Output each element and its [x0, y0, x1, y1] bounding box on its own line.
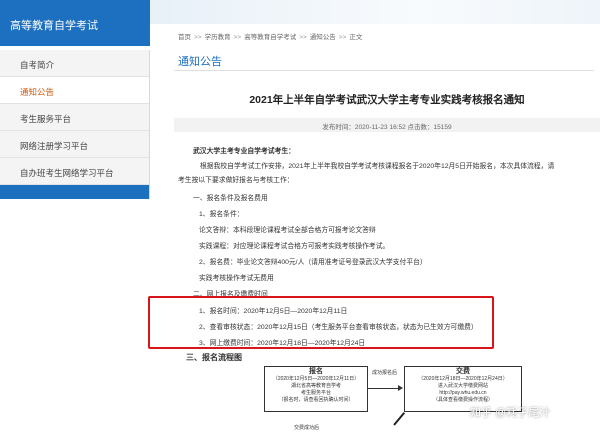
breadcrumb-current: 正文 [349, 34, 363, 41]
watermark: 知乎 @耗子尾汁 [470, 407, 551, 419]
greeting: 武汉大学主考专业自学考试考生： [193, 148, 295, 155]
conditions-label: 1、报名条件： [199, 211, 244, 218]
flow-box-register-line2: 考生服务平台 [300, 389, 331, 396]
sidebar-item-intro[interactable]: 自考简介 [0, 50, 149, 77]
article-meta: 发布时间：2020-11-23 16:52 点击数：15159 [174, 118, 600, 132]
condition-practice: 实践课程：对应理论课程考试合格方可报考实践考核操作考试。 [199, 243, 390, 250]
fee-line: 2、报名费：毕业论文答辩400元/人（请用准考证号登录武汉大学支付平台） [199, 259, 427, 266]
flow-box-register-line3: （报名时，请查看回执确认时间） [278, 396, 354, 403]
flow-down-arrow [393, 412, 406, 426]
breadcrumb-notices[interactable]: 通知公告 [310, 34, 336, 41]
breadcrumb-home[interactable]: 首页 [178, 34, 191, 41]
breadcrumb-separator: >> [233, 34, 242, 41]
flow-arrow-line [368, 388, 398, 389]
flow-box-pay-line1: 进入武汉大学缴费网站 [437, 383, 488, 390]
sidebar-footer-bar [0, 185, 150, 199]
section-title: 通知公告 [178, 56, 222, 68]
intro-line-2: 考生按以下要求做好报名与考核工作： [178, 177, 294, 184]
flow-box-pay-line2: http://pay.whu.edu.cn [439, 389, 487, 396]
highlight-box [148, 296, 494, 349]
breadcrumb-separator: >> [194, 34, 202, 41]
breadcrumb-separator: >> [299, 34, 307, 41]
sidebar-header: 高等教育自学考试 [0, 0, 150, 46]
breadcrumb-education[interactable]: 学历教育 [205, 34, 231, 41]
sidebar-item-online-registration[interactable]: 网络注册学习平台 [0, 131, 149, 158]
registration-flowchart: 报名 （2020年12月5日—2020年12月11日） 湖北省高等教育自学考 考… [264, 366, 524, 436]
sidebar: 高等教育自学考试 自考简介 通知公告 考生服务平台 网络注册学习平台 自办班考生… [0, 0, 150, 436]
top-banner [150, 0, 600, 24]
breadcrumb-separator: >> [338, 34, 347, 41]
intro-line-1: 根据我校自学考试工作安排，2021年上半年我校自学考试考核课程报名于2020年1… [200, 163, 555, 170]
flow-box-register: 报名 （2020年12月5日—2020年12月11日） 湖北省高等教育自学考 考… [264, 366, 368, 412]
flow-box-pay-line3: （具体查看缴费操作流程） [432, 396, 493, 403]
article-title: 2021年上半年自学考试武汉大学主考专业实践考核报名通知 [249, 94, 525, 106]
flow-arrow-label: 成功报名后 [372, 370, 398, 376]
breadcrumb: 首页 >> 学历教育 >> 高等教育自学考试 >> 通知公告 >> 正文 [178, 31, 362, 41]
sidebar-item-class-learning[interactable]: 自办班考生网络学习平台 [0, 158, 149, 185]
breadcrumb-self-study[interactable]: 高等教育自学考试 [244, 34, 296, 41]
sidebar-item-service-platform[interactable]: 考生服务平台 [0, 104, 149, 131]
sidebar-item-notices[interactable]: 通知公告 [0, 77, 149, 104]
title-divider [174, 70, 594, 71]
flow-arrow-head [398, 385, 403, 391]
fee-free-line: 实践考核操作考试无费用 [199, 275, 274, 282]
flow-box-register-line1: 湖北省高等教育自学考 [290, 383, 341, 390]
condition-thesis: 论文答辩：本科段理论课程考试全部合格方可报考论文答辩 [199, 227, 376, 234]
heading-flowchart: 三、报名流程图 [186, 353, 242, 362]
sidebar-menu: 自考简介 通知公告 考生服务平台 网络注册学习平台 自办班考生网络学习平台 [0, 50, 150, 185]
flow-bottom-label: 交费成功后 [294, 425, 320, 431]
heading-conditions: 一、报名条件及报名费用 [193, 195, 268, 202]
